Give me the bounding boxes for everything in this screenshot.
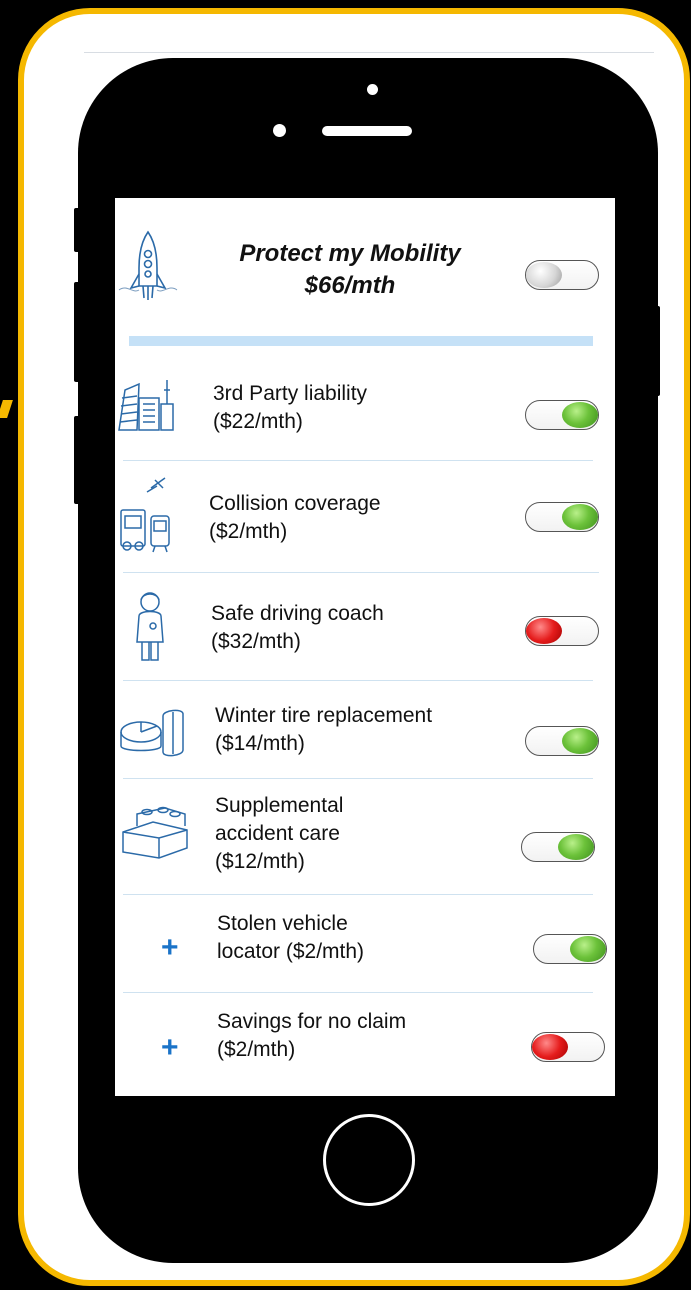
divider [123,778,593,779]
item-price: ($2/mth) [209,520,288,543]
item-title: Safe driving coach [211,602,384,625]
item-price: ($12/mth) [215,850,305,873]
rocket-icon [117,228,179,306]
item-label-coach: Safe driving coach ($32/mth) [211,600,384,656]
toggle-knob [562,728,598,754]
plus-icon[interactable]: + [161,1033,179,1063]
item-label-3rd-party: 3rd Party liability ($22/mth) [213,380,367,436]
item-title: Collision coverage [209,492,381,515]
top-divider [84,52,654,53]
toggle-knob [526,618,562,644]
item-price: locator ($2/mth) [217,940,365,963]
coach-person-icon [133,590,167,666]
pie-chart-icon [119,702,185,758]
divider [123,992,593,993]
item-title-line2: accident care [215,822,340,845]
toggle-knob [562,504,598,530]
item-label-savings: Savings for no claim ($2/mth) [217,1008,406,1064]
divider [123,572,599,573]
camera-dot [367,84,378,95]
toggle-winter-tire[interactable] [525,726,599,756]
speaker-grille [322,126,412,136]
divider [123,460,593,461]
plan-price: $66/mth [304,272,396,299]
item-title: Supplemental [215,794,344,817]
toggle-knob [526,262,562,288]
toggle-supplemental[interactable] [521,832,595,862]
item-price: ($14/mth) [215,732,305,755]
volume-down-button [74,416,82,504]
item-price: ($2/mth) [217,1038,296,1061]
plan-name: Protect my Mobility [239,240,461,267]
app-screen: Protect my Mobility $66/mth 3rd Party li… [115,198,615,1096]
buildings-icon [117,376,175,432]
item-price: ($22/mth) [213,410,303,433]
toggle-knob [558,834,594,860]
toggle-coach[interactable] [525,616,599,646]
toggle-knob [562,402,598,428]
plus-icon[interactable]: + [161,933,179,963]
item-price: ($32/mth) [211,630,301,653]
item-title: Stolen vehicle [217,912,348,935]
plan-title: Protect my Mobility $66/mth [200,238,500,302]
toggle-stolen-vehicle[interactable] [533,934,607,964]
toggle-3rd-party[interactable] [525,400,599,430]
blocks-icon [119,802,191,862]
item-title: Winter tire replacement [215,704,433,727]
item-label-winter-tire: Winter tire replacement ($14/mth) [215,702,432,758]
toggle-savings[interactable] [531,1032,605,1062]
volume-up-button [74,282,82,382]
item-title: 3rd Party liability [213,382,368,405]
home-button[interactable] [323,1114,415,1206]
item-label-supplemental: Supplemental accident care ($12/mth) [215,792,343,876]
toggle-collision[interactable] [525,502,599,532]
power-button [652,306,660,396]
toggle-knob [532,1034,568,1060]
toggle-knob [570,936,606,962]
item-label-stolen-vehicle: Stolen vehicle locator ($2/mth) [217,910,364,966]
mute-switch [74,208,82,252]
divider [123,680,593,681]
divider [123,894,593,895]
item-label-collision: Collision coverage ($2/mth) [209,490,381,546]
plan-toggle[interactable] [525,260,599,290]
header-accent-bar [129,336,593,346]
orange-mark [0,400,13,418]
front-camera [273,124,286,137]
item-title: Savings for no claim [217,1010,407,1033]
vehicles-icon [117,476,175,556]
